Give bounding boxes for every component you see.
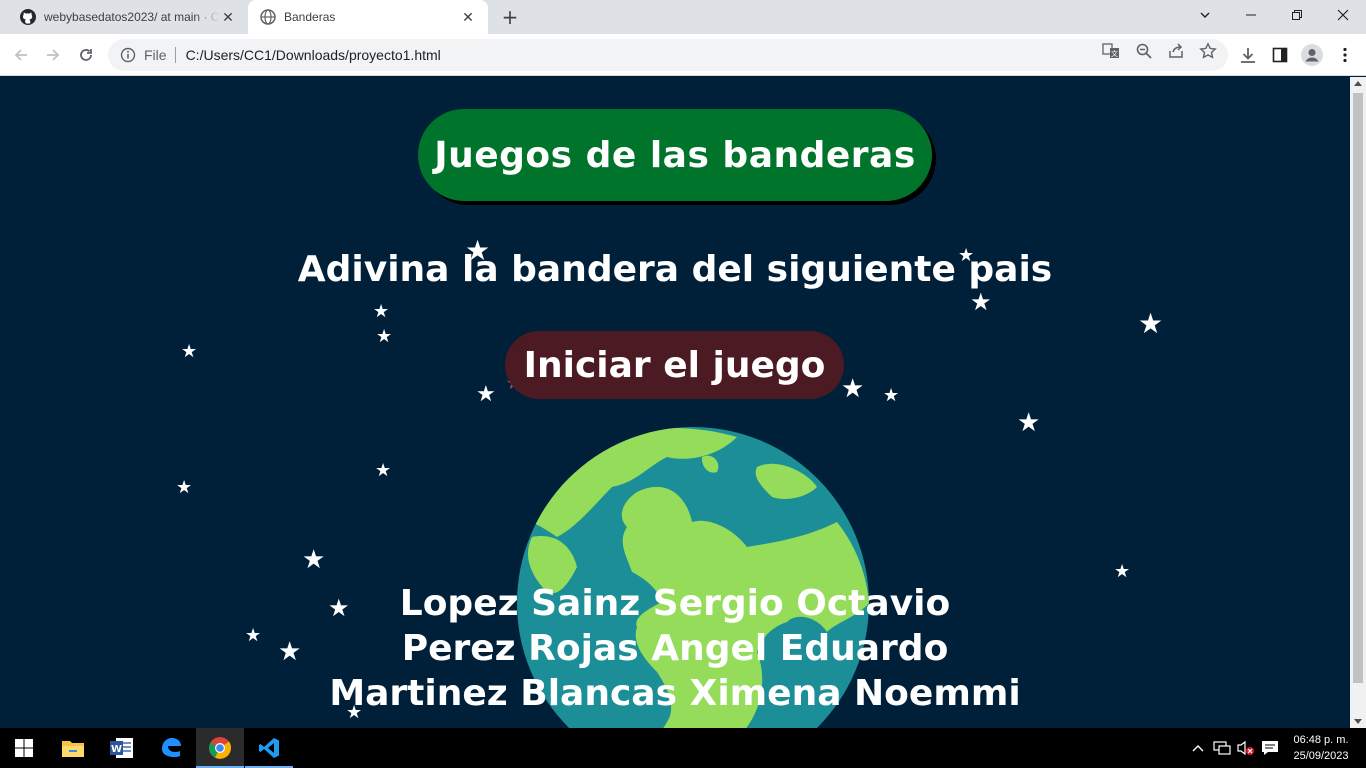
svg-text:文: 文 xyxy=(1111,49,1118,58)
star-icon: ★ xyxy=(376,326,393,347)
forward-icon[interactable] xyxy=(40,42,66,68)
profile-avatar-icon[interactable] xyxy=(1299,42,1325,68)
bookmark-star-icon[interactable] xyxy=(1199,42,1217,60)
svg-text:W: W xyxy=(111,744,122,755)
star-icon: ★ xyxy=(883,385,900,406)
zoom-out-icon[interactable] xyxy=(1135,42,1153,60)
scroll-down-icon[interactable] xyxy=(1354,719,1362,724)
notifications-icon[interactable] xyxy=(1259,728,1281,768)
star-icon: ★ xyxy=(970,288,992,316)
address-bar[interactable]: File C:/Users/CC1/Downloads/proyecto1.ht… xyxy=(108,39,1228,71)
translate-icon[interactable]: 文 xyxy=(1102,42,1120,60)
close-tab-icon[interactable]: ✕ xyxy=(220,9,236,26)
scheme-label: File xyxy=(144,47,176,63)
vertical-scrollbar[interactable] xyxy=(1350,77,1366,728)
star-icon: ★ xyxy=(1138,307,1164,340)
restore-icon[interactable] xyxy=(1274,0,1320,30)
download-icon[interactable] xyxy=(1235,42,1261,68)
star-icon: ★ xyxy=(302,545,326,575)
star-icon: ★ xyxy=(375,460,392,481)
star-icon: ★ xyxy=(181,341,198,362)
volume-muted-icon[interactable] xyxy=(1235,728,1257,768)
reload-icon[interactable] xyxy=(73,42,99,68)
star-icon: ★ xyxy=(841,374,865,404)
file-explorer-icon[interactable] xyxy=(49,728,97,768)
star-icon: ★ xyxy=(476,382,496,407)
vscode-icon[interactable] xyxy=(245,728,293,768)
author-name: Perez Rojas Angel Eduardo xyxy=(401,628,949,669)
close-tab-icon[interactable]: ✕ xyxy=(460,9,476,26)
url-text[interactable]: C:/Users/CC1/Downloads/proyecto1.html xyxy=(186,47,441,63)
side-panel-icon[interactable] xyxy=(1267,42,1293,68)
scroll-up-icon[interactable] xyxy=(1354,81,1362,86)
minimize-icon[interactable] xyxy=(1228,0,1274,30)
clock-time: 06:48 p. m. xyxy=(1293,734,1349,746)
scrollbar-thumb[interactable] xyxy=(1353,93,1363,683)
tab-github[interactable]: webybasedatos2023/ at main · C ✕ xyxy=(8,0,248,34)
system-clock[interactable]: 06:48 p. m. 25/09/2023 xyxy=(1284,732,1358,764)
star-icon: ★ xyxy=(1017,408,1041,438)
tab-banderas[interactable]: Banderas ✕ xyxy=(248,0,488,34)
star-icon: ★ xyxy=(373,301,390,322)
start-icon[interactable] xyxy=(0,728,48,768)
page-content: ★ ★ ★ ★ ★ ★ ★ ★ ★ ★ ★ ★ ★ ★ ★ ★ ★ ★ ★ ★ … xyxy=(0,77,1350,728)
menu-kebab-icon[interactable] xyxy=(1332,42,1358,68)
close-window-icon[interactable] xyxy=(1320,0,1366,30)
browser-toolbar: File C:/Users/CC1/Downloads/proyecto1.ht… xyxy=(0,34,1366,76)
author-name: Lopez Sainz Sergio Octavio xyxy=(399,583,951,624)
new-tab-button[interactable]: + xyxy=(498,5,522,29)
chrome-icon[interactable] xyxy=(196,728,244,768)
edge-icon[interactable] xyxy=(147,728,195,768)
clock-date: 25/09/2023 xyxy=(1293,750,1349,762)
word-icon[interactable]: W xyxy=(98,728,146,768)
network-icon[interactable] xyxy=(1211,728,1233,768)
info-icon[interactable] xyxy=(120,47,136,63)
tab-search-icon[interactable] xyxy=(1182,0,1228,30)
star-icon: ★ xyxy=(176,477,193,498)
github-icon xyxy=(20,9,36,25)
subtitle: Adivina la bandera del siguiente pais xyxy=(297,249,1053,290)
back-icon[interactable] xyxy=(8,42,34,68)
show-hidden-icons-icon[interactable] xyxy=(1188,728,1208,768)
star-icon: ★ xyxy=(1114,561,1131,582)
windows-taskbar: W 06:48 p. m. 25/09/2023 xyxy=(0,728,1366,768)
start-game-button[interactable]: Iniciar el juego xyxy=(505,331,844,399)
author-name: Martinez Blancas Ximena Noemmi xyxy=(329,673,1021,714)
tab-title: Banderas xyxy=(284,10,336,24)
tab-title: webybasedatos2023/ at main · C xyxy=(44,10,220,24)
title-button[interactable]: Juegos de las banderas xyxy=(418,109,932,201)
authors-list: Lopez Sainz Sergio Octavio Perez Rojas A… xyxy=(0,581,1350,716)
tab-strip: webybasedatos2023/ at main · C ✕ Bandera… xyxy=(0,0,1366,34)
globe-icon xyxy=(260,9,276,25)
share-icon[interactable] xyxy=(1167,42,1185,60)
